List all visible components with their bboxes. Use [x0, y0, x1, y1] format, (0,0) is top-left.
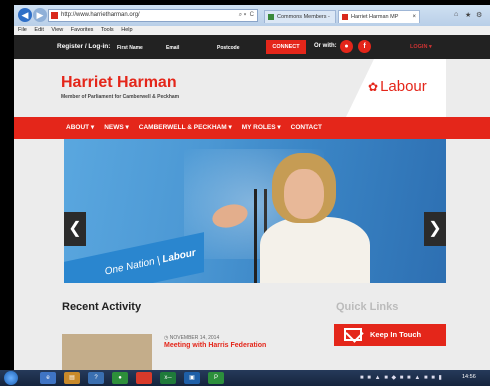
- address-controls[interactable]: ⌕ ▾ C: [239, 10, 254, 21]
- keep-in-touch-button[interactable]: Keep In Touch: [334, 324, 446, 346]
- menu-tools[interactable]: Tools: [101, 27, 114, 33]
- nav-news[interactable]: NEWS ▾: [104, 117, 129, 139]
- taskbar-help-icon[interactable]: ●: [112, 372, 128, 384]
- clock[interactable]: 14:56: [462, 374, 476, 380]
- settings-gear-icon[interactable]: ⚙: [476, 11, 482, 19]
- site-title[interactable]: Harriet Harman: [61, 74, 177, 92]
- taskbar-explorer-icon[interactable]: ▤: [64, 372, 80, 384]
- nav-about[interactable]: ABOUT ▾: [66, 117, 94, 139]
- labour-logo[interactable]: ✿ Labour: [368, 78, 427, 95]
- recent-activity-heading: Recent Activity: [62, 301, 142, 313]
- favorites-star-icon[interactable]: ★: [465, 11, 471, 19]
- speaker-jacket: [260, 217, 370, 283]
- email-field[interactable]: Email: [166, 43, 179, 53]
- taskbar-folder-icon[interactable]: ?: [88, 372, 104, 384]
- browser-window: ◀ ▶ http://www.harrietharman.org/ ⌕ ▾ C …: [14, 5, 490, 370]
- news-title-link[interactable]: Meeting with Harris Federation: [164, 342, 266, 349]
- registration-bar: Register / Log-in: First Name Email Post…: [14, 35, 490, 59]
- menu-view[interactable]: View: [51, 27, 63, 33]
- labour-logo-text: Labour: [380, 78, 427, 95]
- web-page: Register / Log-in: First Name Email Post…: [14, 35, 490, 370]
- taskbar-publisher-icon[interactable]: P: [208, 372, 224, 384]
- slideshow-prev-button[interactable]: ❮: [64, 212, 86, 246]
- system-tray[interactable]: ■ ■ ▲ ■ ◆ ■ ■ ▲ ■ ■ ▮: [360, 374, 443, 381]
- news-date: ◷ NOVEMBER 14, 2014: [164, 335, 220, 341]
- facebook-icon[interactable]: f: [358, 40, 371, 53]
- start-button[interactable]: [4, 371, 18, 385]
- tab-commons-members[interactable]: Commons Members - UK Parl...: [264, 10, 336, 33]
- keep-in-touch-label: Keep In Touch: [370, 330, 422, 339]
- menu-bar: File Edit View Favorites Tools Help: [14, 26, 490, 35]
- envelope-icon: [344, 328, 362, 341]
- browser-toolbar: ◀ ▶ http://www.harrietharman.org/ ⌕ ▾ C …: [14, 5, 490, 33]
- quick-links-heading: Quick Links: [336, 301, 399, 313]
- site-tagline: Member of Parliament for Camberwell & Pe…: [61, 94, 180, 100]
- parliament-favicon-icon: [268, 14, 274, 20]
- slideshow-next-button[interactable]: ❯: [424, 212, 446, 246]
- connect-button[interactable]: CONNECT: [266, 40, 306, 54]
- address-url: http://www.harrietharman.org/: [61, 12, 140, 18]
- forward-button[interactable]: ▶: [33, 8, 47, 22]
- microphone: [254, 189, 257, 283]
- or-with-label: Or with:: [314, 43, 337, 49]
- menu-edit[interactable]: Edit: [34, 27, 43, 33]
- register-label: Register / Log-in:: [57, 43, 111, 50]
- taskbar-ie-icon[interactable]: e: [40, 372, 56, 384]
- labour-favicon-icon: [342, 14, 348, 20]
- close-tab-icon[interactable]: ×: [412, 11, 416, 24]
- windows-taskbar: e ▤ ? ● x─ ▣ P ■ ■ ▲ ■ ◆ ■ ■ ▲ ■ ■ ▮ 14:…: [0, 370, 490, 386]
- back-button[interactable]: ◀: [18, 8, 32, 22]
- speaker-face: [284, 169, 324, 219]
- twitter-icon[interactable]: ●: [340, 40, 353, 53]
- hero-slideshow[interactable]: One Nation | Labour: [64, 139, 446, 283]
- site-favicon: [51, 12, 58, 19]
- nav-contact[interactable]: CONTACT: [291, 117, 322, 139]
- menu-file[interactable]: File: [18, 27, 27, 33]
- taskbar-outlook-icon[interactable]: ▣: [184, 372, 200, 384]
- login-button[interactable]: LOGIN ▾: [410, 44, 432, 50]
- postcode-field[interactable]: Postcode: [217, 43, 240, 53]
- nav-camberwell-peckham[interactable]: CAMBERWELL & PECKHAM ▾: [139, 117, 232, 139]
- nav-my-roles[interactable]: MY ROLES ▾: [242, 117, 281, 139]
- tab-label: Harriet Harman MP: [351, 14, 399, 20]
- tab-harriet-harman[interactable]: Harriet Harman MP ×: [338, 10, 420, 23]
- main-nav: ABOUT ▾ NEWS ▾ CAMBERWELL & PECKHAM ▾ MY…: [14, 117, 490, 139]
- screen: ◀ ▶ http://www.harrietharman.org/ ⌕ ▾ C …: [0, 0, 490, 386]
- menu-favorites[interactable]: Favorites: [71, 27, 94, 33]
- site-header: Harriet Harman Member of Parliament for …: [14, 59, 490, 117]
- taskbar-excel-icon[interactable]: x─: [160, 372, 176, 384]
- menu-help[interactable]: Help: [121, 27, 132, 33]
- rose-icon: ✿: [368, 80, 379, 94]
- first-name-field[interactable]: First Name: [117, 43, 143, 53]
- address-bar[interactable]: http://www.harrietharman.org/ ⌕ ▾ C: [48, 9, 258, 22]
- home-icon[interactable]: ⌂: [454, 11, 458, 18]
- taskbar-app-icon[interactable]: [136, 372, 152, 384]
- news-thumbnail[interactable]: [62, 334, 152, 370]
